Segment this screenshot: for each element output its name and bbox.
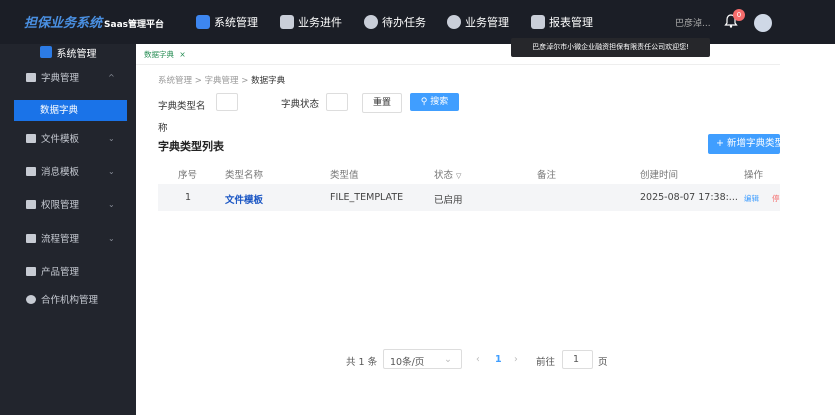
tab-label: 数据字典 bbox=[144, 50, 174, 59]
sidebar-item-partners[interactable]: 合作机构管理 bbox=[0, 289, 136, 309]
sidebar-item-file-templates[interactable]: 文件模板 ⌄ bbox=[0, 128, 136, 148]
cell-status: 已启用 bbox=[434, 195, 463, 206]
column-header-actions: 操作 bbox=[744, 170, 764, 181]
org-icon bbox=[26, 294, 36, 304]
breadcrumb-separator: > bbox=[241, 76, 249, 86]
status-select[interactable] bbox=[326, 93, 348, 111]
current-page[interactable]: 1 bbox=[495, 354, 502, 365]
add-dictionary-type-button[interactable]: + 新增字典类型 bbox=[708, 134, 780, 154]
cell-type-value: FILE_TEMPLATE bbox=[330, 192, 404, 203]
clock-icon bbox=[447, 15, 461, 29]
sidebar-header-label: 系统管理 bbox=[56, 48, 97, 60]
topnav-business-intake[interactable]: 业务进件 bbox=[280, 14, 342, 30]
cell-index: 1 bbox=[185, 192, 192, 203]
page-size-value: 10条/页 bbox=[390, 357, 425, 368]
flow-icon bbox=[26, 233, 36, 243]
grid-icon bbox=[26, 266, 36, 276]
welcome-tooltip: 巴彦淖尔市小微企业融资担保有限责任公司欢迎您! bbox=[511, 38, 710, 57]
chevron-down-icon: ⌄ bbox=[108, 199, 115, 209]
column-header-remark: 备注 bbox=[537, 170, 557, 181]
column-header-index: 序号 bbox=[178, 170, 198, 181]
chevron-down-icon: ⌄ bbox=[108, 233, 115, 243]
bar-chart-icon bbox=[531, 15, 545, 29]
top-header: 担保业务系统 Saas管理平台 系统管理 业务进件 待办任务 业务管理 报表管理 … bbox=[0, 0, 835, 44]
next-page-button[interactable]: › bbox=[514, 354, 518, 365]
topnav-label: 业务进件 bbox=[298, 16, 342, 29]
app-subtitle: Saas管理平台 bbox=[104, 20, 165, 30]
app-title: 担保业务系统 bbox=[24, 16, 103, 31]
topnav-reports[interactable]: 报表管理 bbox=[531, 14, 593, 30]
breadcrumb: 系统管理 > 字典管理 > 数据字典 bbox=[158, 74, 285, 86]
avatar[interactable] bbox=[754, 14, 772, 32]
sidebar-item-label: 流程管理 bbox=[41, 234, 80, 245]
prev-page-button[interactable]: ‹ bbox=[476, 354, 480, 365]
sidebar-header: 系统管理 bbox=[0, 44, 136, 60]
app-logo[interactable]: 担保业务系统 Saas管理平台 bbox=[24, 12, 164, 31]
disable-link[interactable]: 停 bbox=[772, 193, 780, 204]
cell-type-name[interactable]: 文件模板 bbox=[225, 192, 263, 206]
column-header-created: 创建时间 bbox=[640, 170, 679, 181]
topnav-system[interactable]: 系统管理 bbox=[196, 14, 258, 30]
search-button-label: 搜索 bbox=[430, 97, 449, 107]
topnav-label: 业务管理 bbox=[465, 16, 509, 29]
reset-button[interactable]: 重置 bbox=[362, 93, 402, 113]
document-icon bbox=[280, 15, 294, 29]
user-name[interactable]: 巴彦淖... bbox=[675, 16, 711, 29]
breadcrumb-item[interactable]: 字典管理 bbox=[205, 76, 239, 86]
sidebar-item-products[interactable]: 产品管理 bbox=[0, 261, 136, 281]
column-header-name: 类型名称 bbox=[225, 170, 264, 181]
system-icon bbox=[39, 46, 52, 58]
breadcrumb-current: 数据字典 bbox=[251, 76, 286, 86]
right-blank-area bbox=[780, 44, 835, 415]
pagination-total: 共 1 条 bbox=[346, 357, 378, 368]
type-name-input[interactable] bbox=[216, 93, 238, 111]
chevron-down-icon: ⌄ bbox=[108, 166, 115, 176]
breadcrumb-separator: > bbox=[194, 76, 202, 86]
edit-link[interactable]: 编辑 bbox=[744, 193, 759, 204]
book-icon bbox=[26, 72, 36, 82]
sidebar-item-dictionary[interactable]: 字典管理 ^ bbox=[0, 67, 136, 87]
page-unit-label: 页 bbox=[598, 357, 608, 368]
chevron-up-icon: ^ bbox=[108, 72, 115, 82]
sidebar-item-label: 文件模板 bbox=[41, 134, 80, 145]
column-header-value: 类型值 bbox=[330, 170, 359, 181]
sidebar-item-label: 产品管理 bbox=[41, 267, 80, 278]
goto-page-value: 1 bbox=[573, 354, 580, 365]
topnav-business-manage[interactable]: 业务管理 bbox=[447, 14, 509, 30]
system-icon bbox=[196, 15, 210, 29]
sidebar-item-label: 合作机构管理 bbox=[41, 295, 99, 306]
column-header-status[interactable]: 状态 ▽ bbox=[434, 167, 461, 181]
sidebar-item-data-dictionary[interactable]: 数据字典 bbox=[14, 100, 127, 121]
sidebar: 系统管理 字典管理 ^ 数据字典 文件模板 ⌄ 消息模板 ⌄ 权限管理 ⌄ 流程… bbox=[0, 44, 136, 415]
notification-badge: 0 bbox=[733, 9, 745, 21]
folder-icon bbox=[26, 133, 36, 143]
type-name-label: 字典类型名称 bbox=[158, 101, 206, 134]
key-icon bbox=[26, 199, 36, 209]
goto-label: 前往 bbox=[536, 357, 556, 368]
chevron-down-icon: ⌄ bbox=[108, 133, 115, 143]
close-icon[interactable]: × bbox=[179, 50, 185, 59]
breadcrumb-item[interactable]: 系统管理 bbox=[158, 76, 192, 86]
status-label: 字典状态 bbox=[281, 99, 320, 110]
search-button[interactable]: ⚲ 搜索 bbox=[410, 93, 459, 111]
tab-data-dictionary[interactable]: 数据字典 × bbox=[144, 49, 186, 60]
chevron-down-icon: ⌄ bbox=[444, 354, 452, 365]
filter-icon[interactable]: ▽ bbox=[456, 172, 461, 180]
topnav-todo[interactable]: 待办任务 bbox=[364, 14, 426, 30]
message-icon bbox=[26, 166, 36, 176]
cell-created: 2025-08-07 17:38:... bbox=[640, 192, 738, 203]
sidebar-item-message-templates[interactable]: 消息模板 ⌄ bbox=[0, 161, 136, 181]
sidebar-item-label: 权限管理 bbox=[41, 200, 80, 211]
sidebar-item-workflow[interactable]: 流程管理 ⌄ bbox=[0, 228, 136, 248]
clock-icon bbox=[364, 15, 378, 29]
topnav-label: 待办任务 bbox=[382, 16, 426, 29]
sidebar-item-permissions[interactable]: 权限管理 ⌄ bbox=[0, 194, 136, 214]
topnav-label: 报表管理 bbox=[549, 16, 593, 29]
table-title: 字典类型列表 bbox=[158, 140, 224, 153]
column-header-label: 状态 bbox=[434, 170, 454, 181]
sidebar-item-label: 消息模板 bbox=[41, 167, 80, 178]
topnav-label: 系统管理 bbox=[214, 16, 258, 29]
sidebar-item-label: 字典管理 bbox=[41, 73, 80, 84]
search-icon: ⚲ bbox=[420, 97, 428, 107]
